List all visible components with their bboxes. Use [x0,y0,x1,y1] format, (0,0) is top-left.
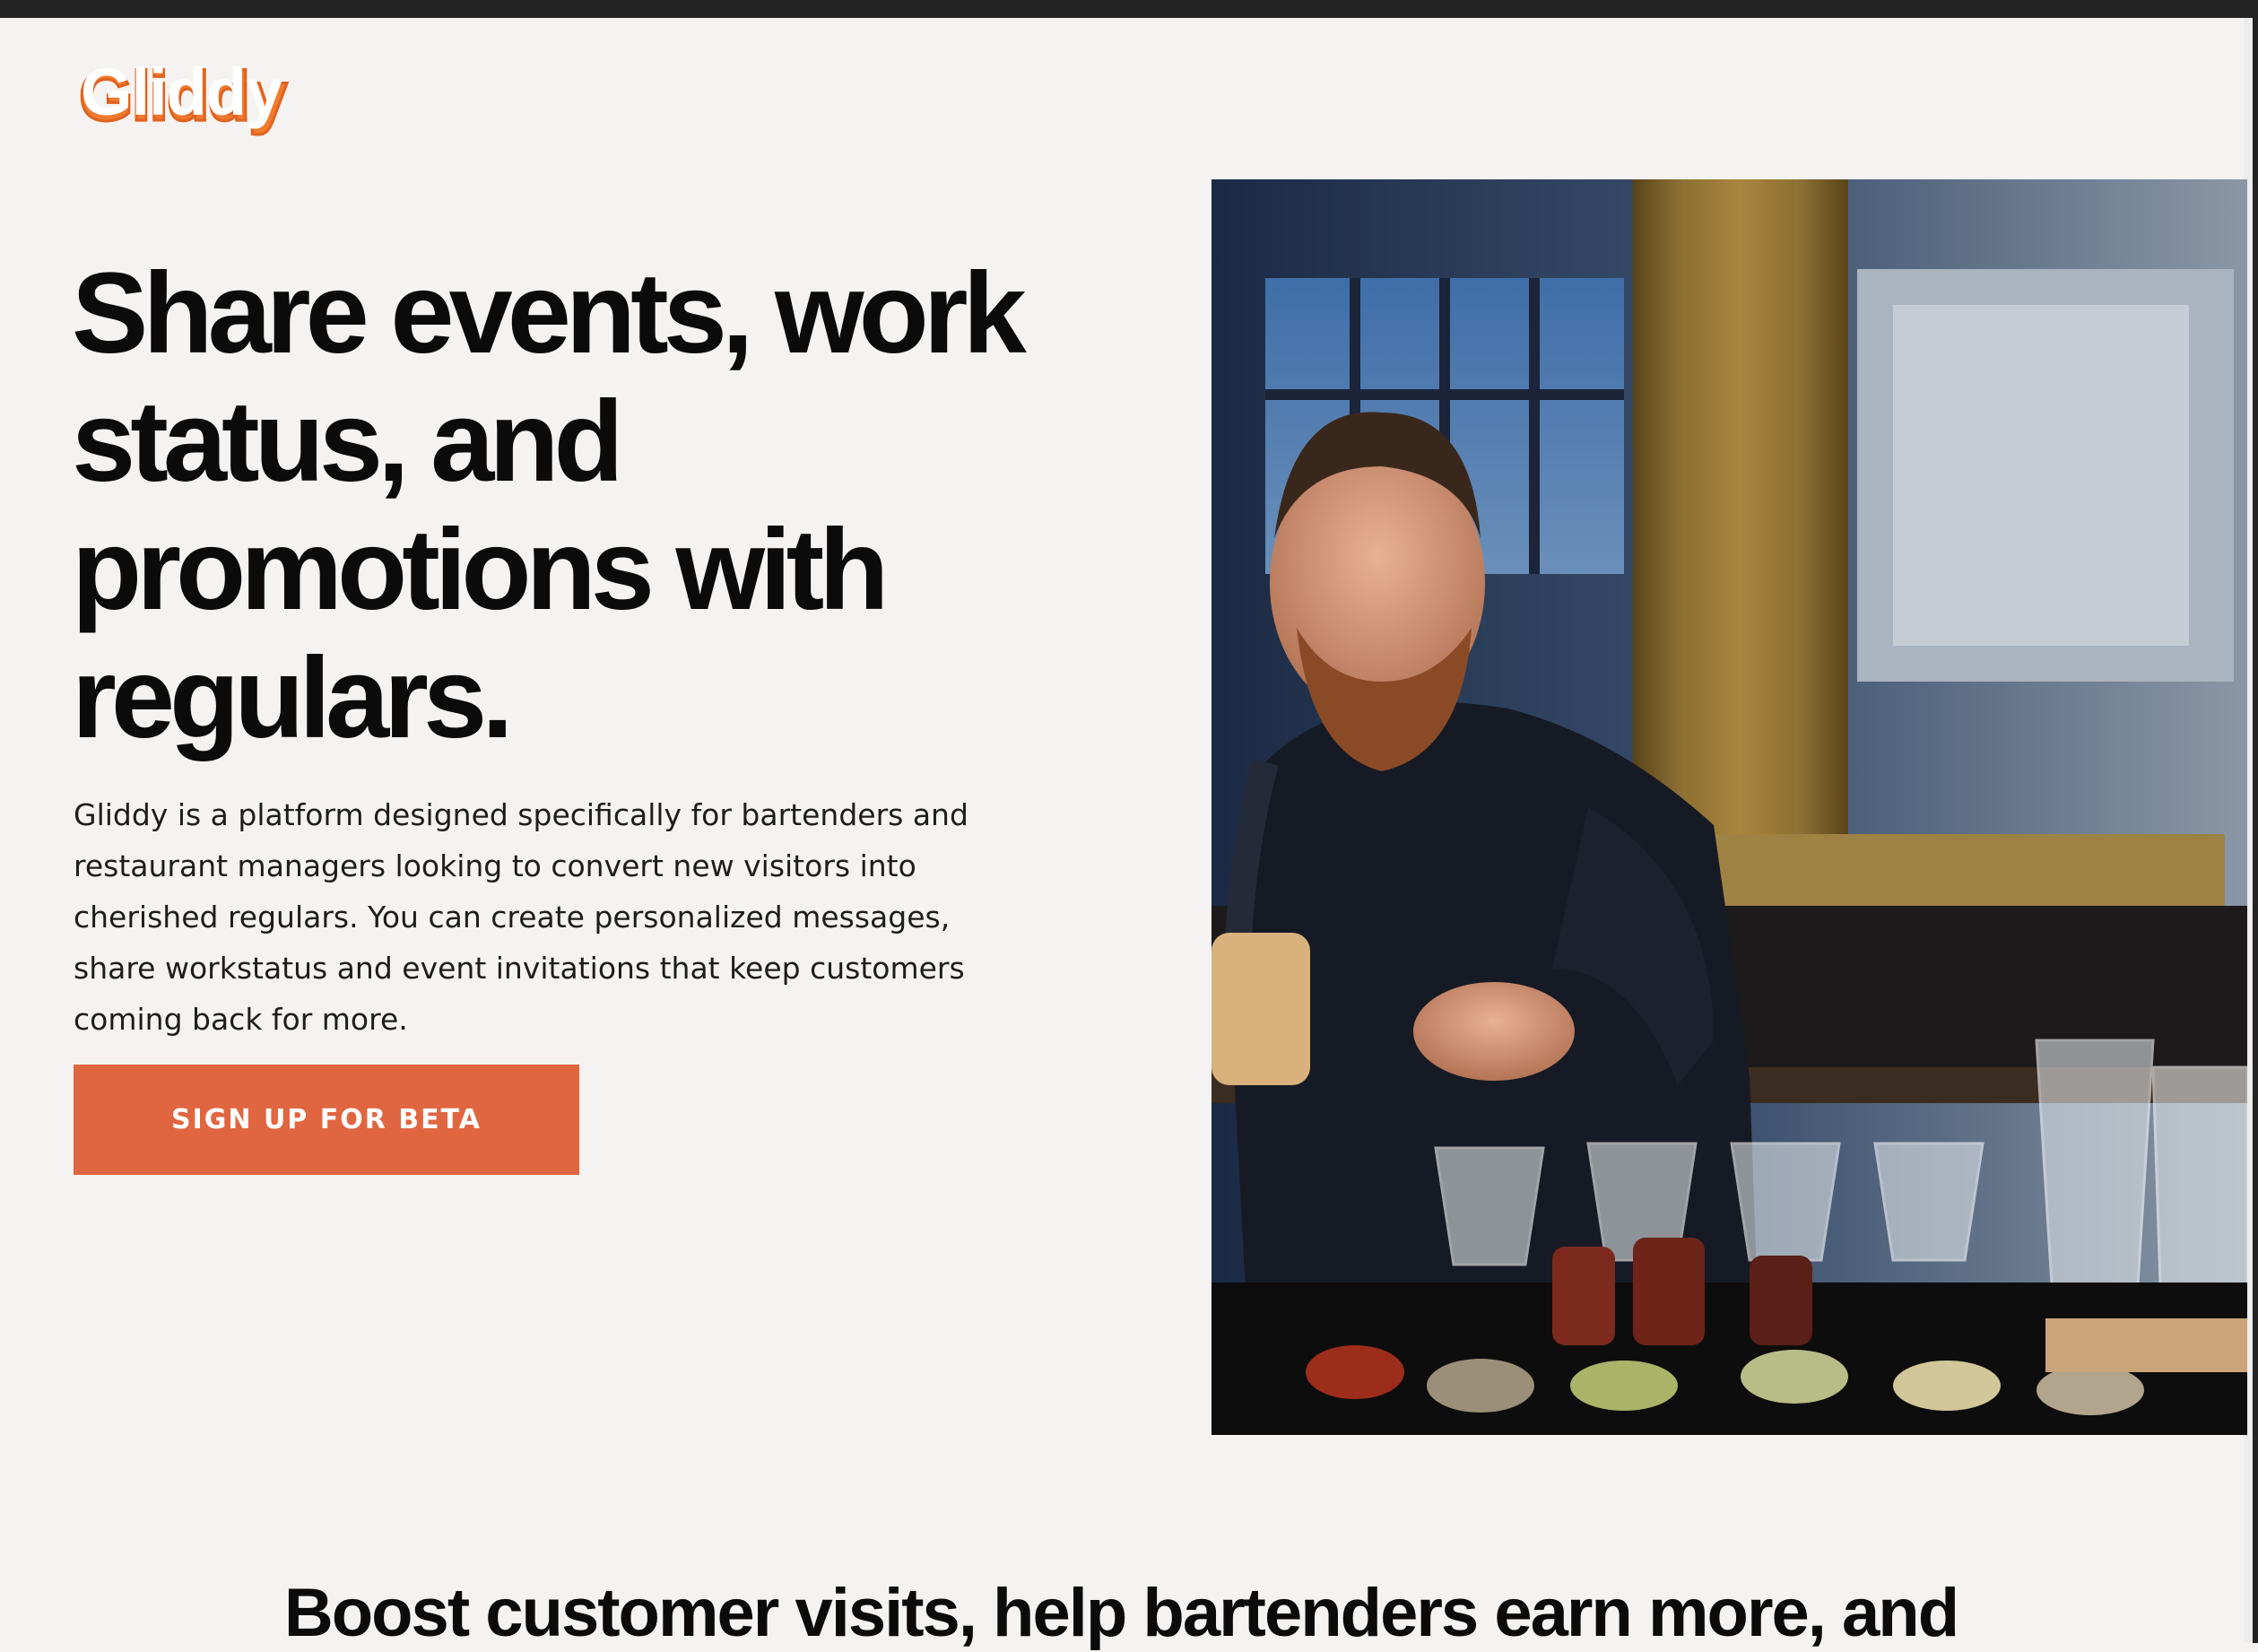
hero-description: Gliddy is a platform designed specifical… [74,797,968,1037]
hero-photo-bartender [1212,179,2247,1435]
section-title-boost: Boost customer visits, help bartenders e… [283,1575,1959,1651]
sign-up-for-beta-button[interactable]: SIGN UP FOR BETA [74,1065,579,1175]
gliddy-logo[interactable]: Gliddy Gliddy [74,56,352,145]
window-top-bar [0,0,2258,18]
gliddy-logo-mark: Gliddy Gliddy [78,56,291,137]
bartender-image [1212,179,2247,1435]
hero-title: Share events, work status, and promotion… [72,249,1027,762]
logo-wordmark-highlight: Gliddy [81,56,282,129]
window-right-edge [2253,0,2258,1643]
